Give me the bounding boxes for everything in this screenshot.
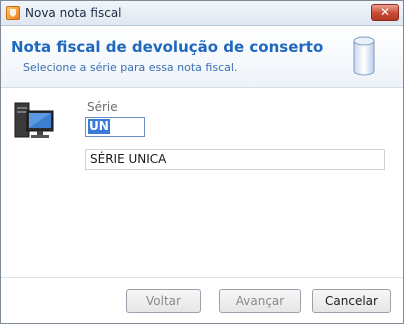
- serie-label: Série: [87, 100, 118, 114]
- footer-divider: [1, 277, 403, 278]
- app-icon: [6, 6, 20, 20]
- close-icon: ✕: [379, 5, 391, 19]
- wizard-header: Nota fiscal de devolução de conserto Sel…: [1, 26, 403, 88]
- serie-input-value: UN: [88, 119, 110, 134]
- title-bar[interactable]: Nova nota fiscal ✕: [1, 1, 403, 26]
- cancel-button[interactable]: Cancelar: [312, 289, 391, 313]
- serie-description-field: SÉRIE UNICA: [85, 149, 385, 170]
- header-subtitle: Selecione a série para essa nota fiscal.: [23, 61, 238, 74]
- header-title: Nota fiscal de devolução de conserto: [11, 38, 324, 56]
- close-button[interactable]: ✕: [371, 4, 399, 21]
- window-title: Nova nota fiscal: [25, 6, 122, 20]
- database-icon: [353, 36, 375, 76]
- computer-icon: [14, 102, 54, 138]
- next-button[interactable]: Avançar: [219, 289, 301, 313]
- back-button[interactable]: Voltar: [126, 289, 201, 313]
- dialog-window: Nova nota fiscal ✕ Nota fiscal de devolu…: [0, 0, 404, 324]
